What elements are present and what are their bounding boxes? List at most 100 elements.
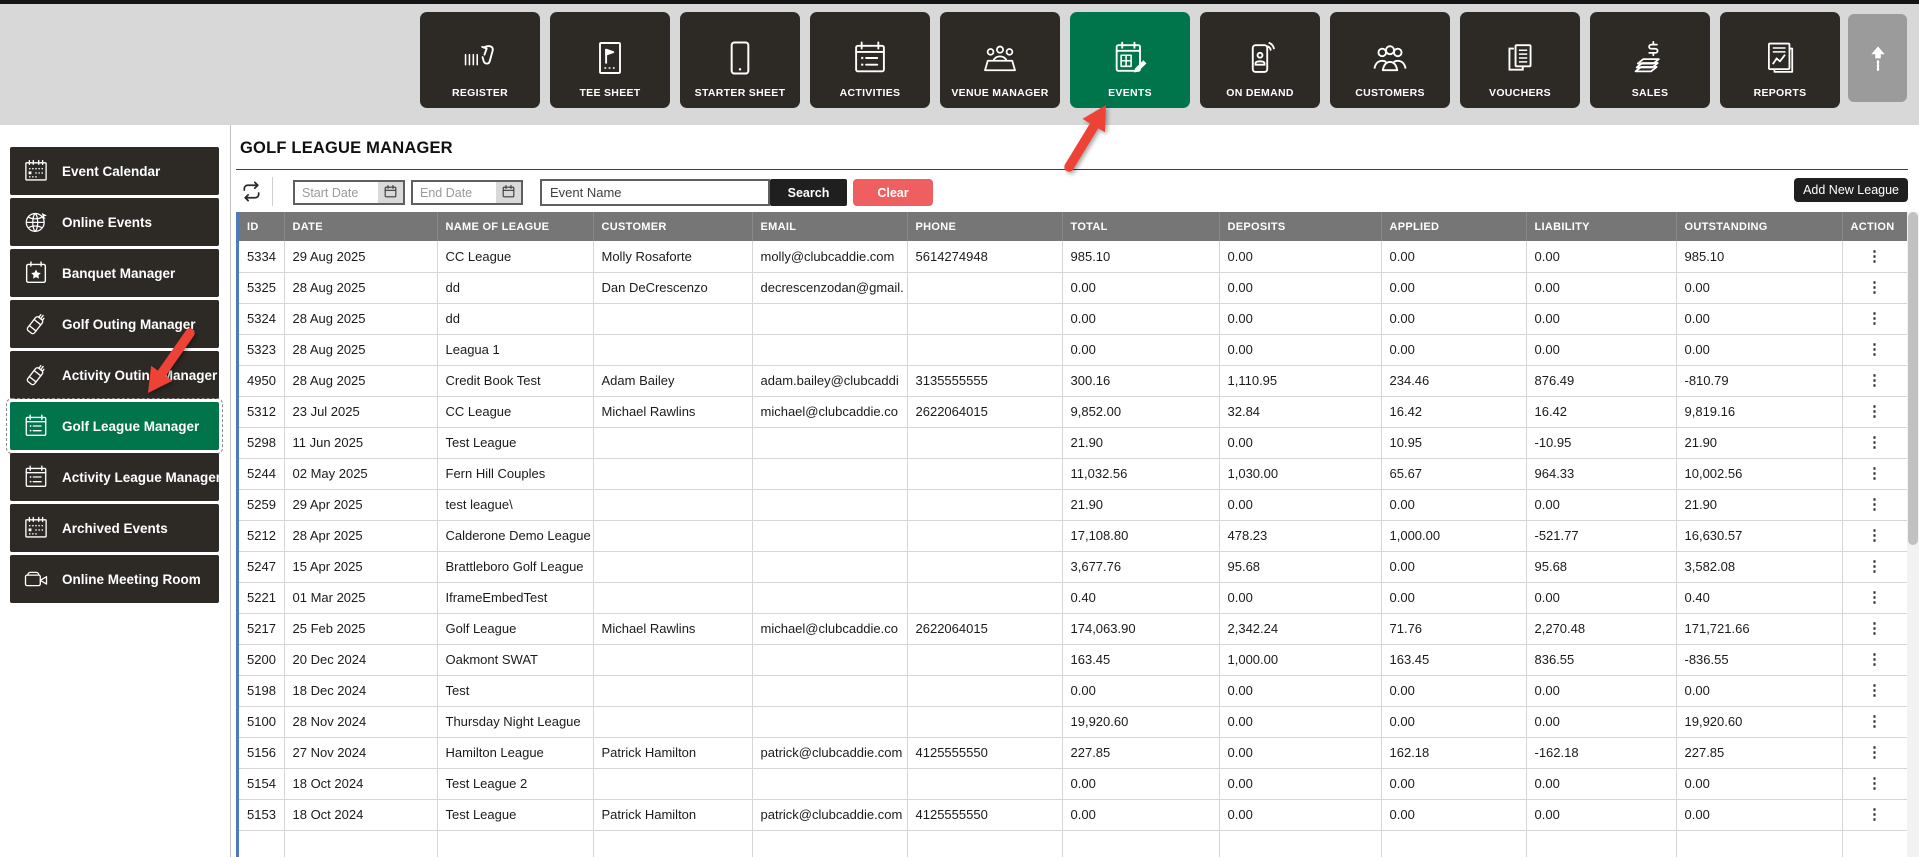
kebab-menu-icon[interactable]: ⋮ xyxy=(1859,805,1890,824)
nav-button-customers[interactable]: CUSTOMERS xyxy=(1330,12,1450,108)
kebab-menu-icon[interactable]: ⋮ xyxy=(1859,464,1890,483)
cell-empty xyxy=(1526,830,1677,857)
table-row: 5153 18 Oct 2024 Test League Patrick Hamilt… xyxy=(239,799,1907,831)
sidebar-item-activity-league-manager[interactable]: Activity League Manager xyxy=(10,453,222,501)
sidebar-item-golf-outing-manager[interactable]: Golf Outing Manager xyxy=(10,300,219,348)
kebab-menu-icon[interactable]: ⋮ xyxy=(1859,526,1890,545)
kebab-menu-icon[interactable]: ⋮ xyxy=(1859,743,1890,762)
add-new-league-button[interactable]: Add New League xyxy=(1794,178,1908,202)
sidebar-item-banquet-manager[interactable]: Banquet Manager xyxy=(10,249,219,297)
column-header-date: DATE xyxy=(284,212,438,241)
cell-customer: Adam Bailey xyxy=(593,365,753,397)
cell-id: 5259 xyxy=(239,489,285,521)
kebab-menu-icon[interactable]: ⋮ xyxy=(1859,495,1890,514)
cell-applied: 0.00 xyxy=(1381,768,1527,800)
cell-applied: 71.76 xyxy=(1381,613,1527,645)
kebab-menu-icon[interactable]: ⋮ xyxy=(1859,371,1890,390)
cell-id: 5323 xyxy=(239,334,285,366)
cell-customer xyxy=(593,427,753,459)
kebab-menu-icon[interactable]: ⋮ xyxy=(1859,309,1890,328)
cell-outstanding: 10,002.56 xyxy=(1676,458,1843,490)
cell-total: 0.40 xyxy=(1062,582,1220,614)
nav-button-starter-sheet[interactable]: STARTER SHEET xyxy=(680,12,800,108)
cell-league: dd xyxy=(437,303,594,335)
cell-deposits: 0.00 xyxy=(1219,489,1382,521)
end-date-calendar-button[interactable] xyxy=(496,182,521,203)
sidebar-item-label: Activity League Manager xyxy=(62,469,222,485)
kebab-menu-icon[interactable]: ⋮ xyxy=(1859,712,1890,731)
kebab-menu-icon[interactable]: ⋮ xyxy=(1859,247,1890,266)
cell-action: ⋮ xyxy=(1842,520,1907,552)
cell-liability: 0.00 xyxy=(1526,272,1677,304)
table-row: 5221 01 Mar 2025 IframeEmbedTest 0.40 0.00 0.… xyxy=(239,582,1907,614)
scroll-top-button[interactable] xyxy=(1848,14,1907,102)
kebab-menu-icon[interactable]: ⋮ xyxy=(1859,588,1890,607)
cell-total: 3,677.76 xyxy=(1062,551,1220,583)
cell-id: 5312 xyxy=(239,396,285,428)
sidebar-item-golf-league-manager[interactable]: Golf League Manager xyxy=(6,398,223,454)
cell-action: ⋮ xyxy=(1842,241,1907,273)
refresh-button[interactable] xyxy=(238,180,264,206)
cell-applied: 0.00 xyxy=(1381,489,1527,521)
league-table-body: 5334 29 Aug 2025 CC League Molly Rosaforte m… xyxy=(239,241,1907,857)
column-header-applied: APPLIED xyxy=(1381,212,1527,241)
cell-total: 227.85 xyxy=(1062,737,1220,769)
sidebar-item-online-events[interactable]: Online Events xyxy=(10,198,219,246)
nav-button-venue-manager[interactable]: VENUE MANAGER xyxy=(940,12,1060,108)
sidebar-item-activity-outing-manager[interactable]: Activity Outing Manager xyxy=(10,351,219,399)
event-name-input[interactable] xyxy=(540,179,770,206)
sidebar-item-event-calendar[interactable]: Event Calendar xyxy=(10,147,219,195)
cell-deposits: 2,342.24 xyxy=(1219,613,1382,645)
cell-phone: 2622064015 xyxy=(907,613,1063,645)
cell-email: patrick@clubcaddie.com xyxy=(752,799,908,831)
nav-label: CUSTOMERS xyxy=(1355,87,1425,99)
cell-id: 5244 xyxy=(239,458,285,490)
kebab-menu-icon[interactable]: ⋮ xyxy=(1859,681,1890,700)
cell-customer xyxy=(593,489,753,521)
clear-button[interactable]: Clear xyxy=(853,179,933,206)
cell-applied: 10.95 xyxy=(1381,427,1527,459)
vertical-scrollbar[interactable] xyxy=(1907,212,1919,857)
nav-button-on-demand[interactable]: ON DEMAND xyxy=(1200,12,1320,108)
cell-phone xyxy=(907,520,1063,552)
cell-email xyxy=(752,458,908,490)
nav-button-vouchers[interactable]: VOUCHERS xyxy=(1460,12,1580,108)
cell-date: 15 Apr 2025 xyxy=(284,551,438,583)
end-date-input[interactable] xyxy=(413,182,496,203)
cell-league: Leagua 1 xyxy=(437,334,594,366)
cell-id: 5334 xyxy=(239,241,285,273)
cell-deposits: 95.68 xyxy=(1219,551,1382,583)
search-button[interactable]: Search xyxy=(770,179,847,206)
kebab-menu-icon[interactable]: ⋮ xyxy=(1859,774,1890,793)
cell-email: adam.bailey@clubcaddi xyxy=(752,365,908,397)
sidebar-item-archived-events[interactable]: Archived Events xyxy=(10,504,219,552)
cell-outstanding: 985.10 xyxy=(1676,241,1843,273)
cell-liability: 2,270.48 xyxy=(1526,613,1677,645)
kebab-menu-icon[interactable]: ⋮ xyxy=(1859,557,1890,576)
cell-phone xyxy=(907,334,1063,366)
kebab-menu-icon[interactable]: ⋮ xyxy=(1859,278,1890,297)
kebab-menu-icon[interactable]: ⋮ xyxy=(1859,340,1890,359)
cell-id: 5212 xyxy=(239,520,285,552)
nav-button-events[interactable]: EVENTS xyxy=(1070,12,1190,108)
nav-button-tee-sheet[interactable]: TEE SHEET xyxy=(550,12,670,108)
sidebar-item-online-meeting-room[interactable]: Online Meeting Room xyxy=(10,555,219,603)
start-date-input[interactable] xyxy=(295,182,378,203)
nav-button-activities[interactable]: ACTIVITIES xyxy=(810,12,930,108)
nav-button-reports[interactable]: REPORTS xyxy=(1720,12,1840,108)
sidebar-item-label: Online Events xyxy=(62,214,153,230)
cell-liability: 876.49 xyxy=(1526,365,1677,397)
cell-total: 11,032.56 xyxy=(1062,458,1220,490)
start-date-calendar-button[interactable] xyxy=(378,182,403,203)
column-header-deposits: DEPOSITS xyxy=(1219,212,1382,241)
kebab-menu-icon[interactable]: ⋮ xyxy=(1859,650,1890,669)
cell-empty xyxy=(1062,830,1220,857)
cell-email xyxy=(752,551,908,583)
kebab-menu-icon[interactable]: ⋮ xyxy=(1859,619,1890,638)
kebab-menu-icon[interactable]: ⋮ xyxy=(1859,402,1890,421)
money-sales-icon xyxy=(1630,29,1670,87)
vertical-scrollbar-thumb[interactable] xyxy=(1908,212,1918,545)
nav-button-sales[interactable]: SALES xyxy=(1590,12,1710,108)
kebab-menu-icon[interactable]: ⋮ xyxy=(1859,433,1890,452)
nav-button-register[interactable]: REGISTER xyxy=(420,12,540,108)
